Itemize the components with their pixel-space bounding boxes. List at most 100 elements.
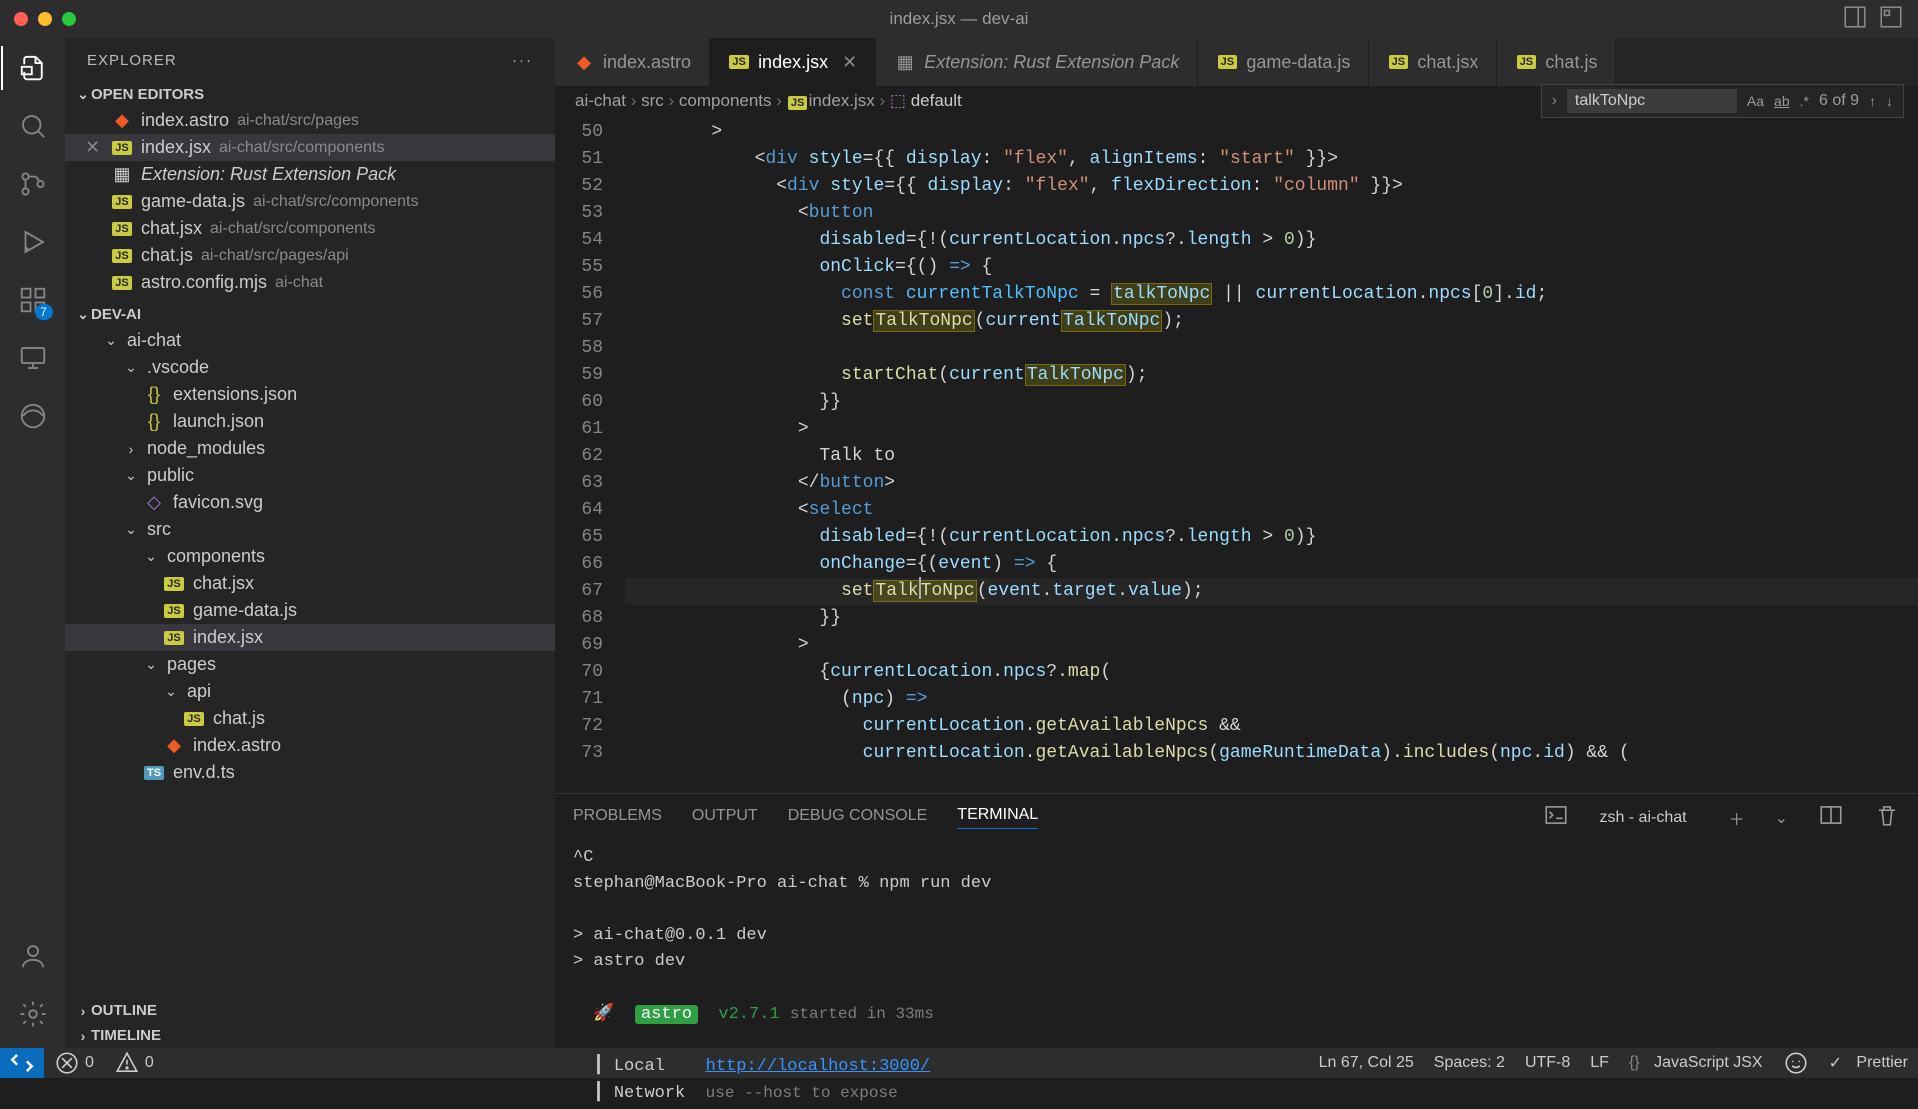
edge-icon[interactable] bbox=[17, 400, 49, 432]
breadcrumb-item[interactable]: index.jsx bbox=[809, 91, 875, 110]
explorer-icon[interactable] bbox=[17, 52, 49, 84]
code-line[interactable]: startChat(currentTalkToNpc); bbox=[625, 362, 1918, 389]
open-editor-item[interactable]: ✕JSchat.jsx ai-chat/src/components bbox=[65, 215, 555, 242]
code-line[interactable]: disabled={!(currentLocation.npcs?.length… bbox=[625, 227, 1918, 254]
remote-indicator[interactable] bbox=[0, 1048, 44, 1078]
chevron-right-icon[interactable]: › bbox=[1552, 92, 1557, 110]
file-item[interactable]: TSenv.d.ts bbox=[65, 759, 555, 786]
terminal-dropdown-icon[interactable]: ⌄ bbox=[1775, 808, 1788, 828]
tab-terminal[interactable]: TERMINAL bbox=[957, 806, 1038, 829]
status-cursor-position[interactable]: Ln 67, Col 25 bbox=[1309, 1050, 1424, 1076]
status-feedback-icon[interactable] bbox=[1773, 1050, 1819, 1076]
next-match-icon[interactable]: ↓ bbox=[1886, 93, 1893, 109]
split-terminal-icon[interactable] bbox=[1818, 802, 1844, 833]
code-line[interactable]: (npc) => bbox=[625, 686, 1918, 713]
file-item[interactable]: JSchat.js bbox=[65, 705, 555, 732]
folder-item[interactable]: ⌄api bbox=[65, 678, 555, 705]
code-line[interactable]: disabled={!(currentLocation.npcs?.length… bbox=[625, 524, 1918, 551]
open-editor-item[interactable]: ✕JSgame-data.js ai-chat/src/components bbox=[65, 188, 555, 215]
breadcrumb-item[interactable]: components bbox=[679, 91, 772, 110]
editor-tab[interactable]: ▦Extension: Rust Extension Pack bbox=[876, 38, 1198, 86]
code-line[interactable]: }} bbox=[625, 605, 1918, 632]
folder-item[interactable]: ⌄src bbox=[65, 516, 555, 543]
breadcrumb-item[interactable]: src bbox=[641, 91, 664, 110]
open-editors-header[interactable]: ⌄ OPEN EDITORS bbox=[65, 82, 555, 107]
code-line[interactable]: onClick={() => { bbox=[625, 254, 1918, 281]
folder-item[interactable]: ⌄pages bbox=[65, 651, 555, 678]
layout-panel-icon[interactable] bbox=[1842, 4, 1868, 35]
tab-output[interactable]: OUTPUT bbox=[692, 807, 758, 829]
more-icon[interactable]: ··· bbox=[512, 52, 533, 69]
open-editor-item[interactable]: ✕▦Extension: Rust Extension Pack bbox=[65, 161, 555, 188]
code-line[interactable]: <button bbox=[625, 200, 1918, 227]
kill-terminal-icon[interactable] bbox=[1874, 802, 1900, 833]
code-line[interactable]: Talk to bbox=[625, 443, 1918, 470]
minimize-window-button[interactable] bbox=[38, 12, 52, 26]
file-item[interactable]: {}launch.json bbox=[65, 408, 555, 435]
tab-problems[interactable]: PROBLEMS bbox=[573, 807, 662, 829]
match-case-icon[interactable]: Aa bbox=[1747, 93, 1764, 109]
match-word-icon[interactable]: ab bbox=[1774, 93, 1790, 109]
regex-icon[interactable]: .* bbox=[1800, 93, 1809, 109]
code-line[interactable]: setTalkToNpc(currentTalkToNpc); bbox=[625, 308, 1918, 335]
open-editor-item[interactable]: ✕JSindex.jsx ai-chat/src/components bbox=[65, 134, 555, 161]
source-control-icon[interactable] bbox=[17, 168, 49, 200]
folder-item[interactable]: ›node_modules bbox=[65, 435, 555, 462]
project-header[interactable]: ⌄ DEV-AI bbox=[65, 302, 555, 327]
remote-explorer-icon[interactable] bbox=[17, 342, 49, 374]
editor-tab[interactable]: JSchat.jsx bbox=[1369, 38, 1497, 86]
status-spaces[interactable]: Spaces: 2 bbox=[1424, 1050, 1515, 1076]
new-terminal-icon[interactable]: ＋ bbox=[1729, 806, 1745, 830]
code-line[interactable]: > bbox=[625, 119, 1918, 146]
code-line[interactable]: > bbox=[625, 632, 1918, 659]
status-warnings[interactable]: 0 bbox=[104, 1050, 164, 1076]
status-language[interactable]: {} JavaScript JSX bbox=[1619, 1050, 1773, 1076]
settings-gear-icon[interactable] bbox=[17, 998, 49, 1030]
run-debug-icon[interactable] bbox=[17, 226, 49, 258]
folder-item[interactable]: ⌄ai-chat bbox=[65, 327, 555, 354]
code-line[interactable]: {currentLocation.npcs?.map( bbox=[625, 659, 1918, 686]
editor-tab[interactable]: ◆index.astro bbox=[555, 38, 710, 86]
code-line[interactable]: </button> bbox=[625, 470, 1918, 497]
file-item[interactable]: JSindex.jsx bbox=[65, 624, 555, 651]
close-icon[interactable]: ✕ bbox=[85, 137, 103, 158]
close-icon[interactable]: ✕ bbox=[842, 52, 857, 73]
folder-item[interactable]: ⌄public bbox=[65, 462, 555, 489]
breadcrumb-item[interactable]: default bbox=[911, 91, 962, 110]
extensions-icon[interactable]: 7 bbox=[17, 284, 49, 316]
status-eol[interactable]: LF bbox=[1580, 1050, 1619, 1076]
code-line[interactable]: setTalkToNpc(event.target.value); bbox=[625, 578, 1918, 605]
file-item[interactable]: ◆index.astro bbox=[65, 732, 555, 759]
code-line[interactable]: currentLocation.getAvailableNpcs(gameRun… bbox=[625, 740, 1918, 767]
code-line[interactable]: currentLocation.getAvailableNpcs && bbox=[625, 713, 1918, 740]
status-prettier[interactable]: ✓ Prettier bbox=[1819, 1050, 1918, 1076]
prev-match-icon[interactable]: ↑ bbox=[1869, 93, 1876, 109]
folder-item[interactable]: ⌄.vscode bbox=[65, 354, 555, 381]
editor-tab[interactable]: JSgame-data.js bbox=[1198, 38, 1369, 86]
outline-header[interactable]: › OUTLINE bbox=[65, 998, 555, 1023]
layout-customize-icon[interactable] bbox=[1878, 4, 1904, 35]
code-line[interactable]: <select bbox=[625, 497, 1918, 524]
search-icon[interactable] bbox=[17, 110, 49, 142]
code-line[interactable]: }} bbox=[625, 389, 1918, 416]
open-editor-item[interactable]: ✕JSastro.config.mjs ai-chat bbox=[65, 269, 555, 296]
code-line[interactable]: onChange={(event) => { bbox=[625, 551, 1918, 578]
file-item[interactable]: ◇favicon.svg bbox=[65, 489, 555, 516]
breadcrumb-item[interactable]: ai-chat bbox=[575, 91, 626, 110]
tab-debug-console[interactable]: DEBUG CONSOLE bbox=[788, 807, 928, 829]
code-line[interactable]: > bbox=[625, 416, 1918, 443]
status-errors[interactable]: 0 bbox=[44, 1050, 104, 1076]
file-item[interactable]: JSgame-data.js bbox=[65, 597, 555, 624]
code-line[interactable]: <div style={{ display: "flex", flexDirec… bbox=[625, 173, 1918, 200]
editor-tab[interactable]: JSindex.jsx✕ bbox=[710, 38, 876, 86]
account-icon[interactable] bbox=[17, 940, 49, 972]
folder-item[interactable]: ⌄components bbox=[65, 543, 555, 570]
open-editor-item[interactable]: ✕◆index.astro ai-chat/src/pages bbox=[65, 107, 555, 134]
editor-tab[interactable]: JSchat.js bbox=[1497, 38, 1616, 86]
file-item[interactable]: JSchat.jsx bbox=[65, 570, 555, 597]
find-input[interactable] bbox=[1567, 89, 1737, 113]
status-encoding[interactable]: UTF-8 bbox=[1515, 1050, 1580, 1076]
terminal-shell-label[interactable]: zsh - ai-chat bbox=[1599, 809, 1686, 827]
open-editor-item[interactable]: ✕JSchat.js ai-chat/src/pages/api bbox=[65, 242, 555, 269]
code-line[interactable]: const currentTalkToNpc = talkToNpc || cu… bbox=[625, 281, 1918, 308]
